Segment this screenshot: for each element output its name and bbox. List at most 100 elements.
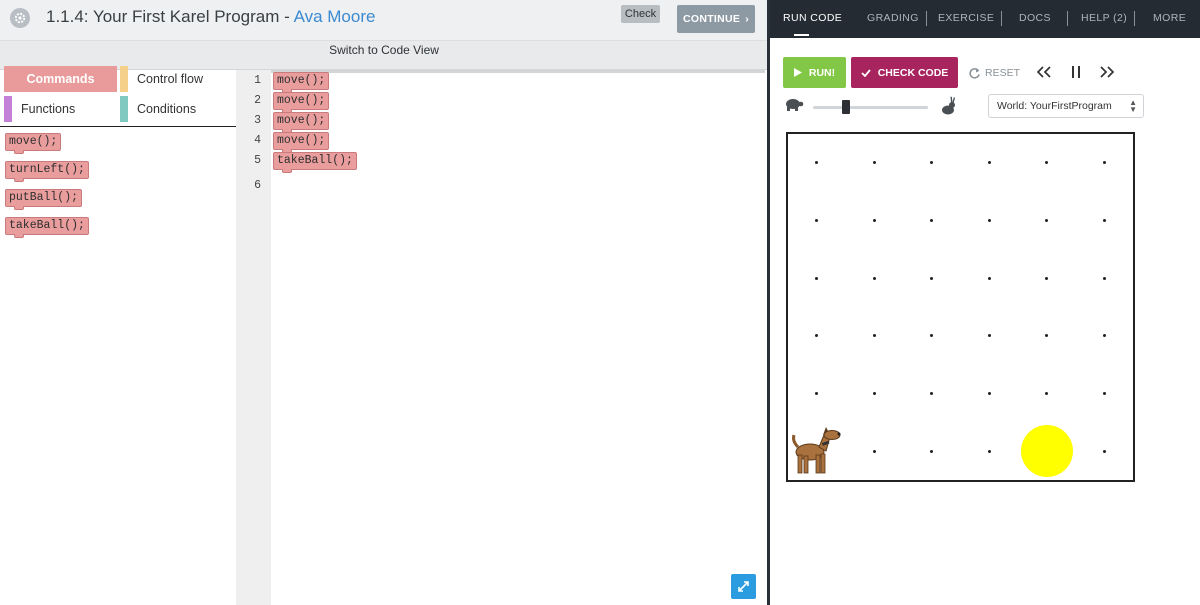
grid-corner-dot bbox=[1102, 219, 1106, 222]
grid-corner-dot bbox=[987, 161, 991, 165]
reset-button[interactable]: RESET bbox=[968, 64, 1020, 82]
workspace-top-edge bbox=[271, 70, 765, 73]
grid-corner-dot bbox=[987, 392, 991, 395]
line-number: 6 bbox=[254, 179, 261, 192]
line-number: 5 bbox=[254, 154, 261, 167]
category-functions[interactable]: Functions bbox=[21, 96, 75, 122]
grid-corner-dot bbox=[1045, 219, 1049, 222]
block-move[interactable]: move(); bbox=[5, 133, 62, 154]
play-icon bbox=[793, 68, 802, 77]
category-conditions[interactable]: Conditions bbox=[137, 96, 196, 122]
grid-corner-dot bbox=[872, 219, 876, 222]
active-tab-indicator bbox=[794, 34, 809, 36]
karel-dog bbox=[788, 421, 846, 479]
grid-corner-dot bbox=[987, 449, 991, 453]
tab-docs[interactable]: DOCS bbox=[1019, 0, 1051, 38]
nav-separator bbox=[1134, 11, 1135, 26]
grid-corner-dot bbox=[815, 161, 819, 165]
tab-more[interactable]: MORE bbox=[1153, 0, 1186, 38]
grid-corner-dot bbox=[872, 334, 876, 338]
right-nav: RUN CODE GRADING EXERCISE DOCS HELP (2) … bbox=[770, 0, 1200, 38]
line-number: 1 bbox=[254, 74, 261, 87]
grid-corner-dot bbox=[987, 334, 991, 338]
grid-corner-dot bbox=[930, 161, 934, 165]
grid-corner-dot bbox=[987, 276, 991, 280]
code-pane: 1.1.4: Your First Karel Program - Ava Mo… bbox=[0, 0, 768, 605]
block-put-ball[interactable]: putBall(); bbox=[5, 189, 83, 210]
code-block-move[interactable]: move(); bbox=[273, 132, 330, 153]
student-name[interactable]: Ava Moore bbox=[294, 7, 376, 26]
pause-icon[interactable] bbox=[1066, 63, 1086, 81]
checkmark-icon bbox=[861, 68, 871, 77]
page-title: 1.1.4: Your First Karel Program - Ava Mo… bbox=[46, 7, 375, 27]
control-flow-swatch bbox=[120, 66, 128, 92]
tab-grading[interactable]: GRADING bbox=[867, 0, 919, 38]
nav-separator bbox=[1001, 11, 1002, 26]
grid-corner-dot bbox=[872, 161, 876, 165]
line-number: 4 bbox=[254, 134, 261, 147]
code-block-move[interactable]: move(); bbox=[273, 112, 330, 133]
check-button-label: Check bbox=[624, 8, 657, 20]
tab-help[interactable]: HELP (2) bbox=[1081, 0, 1127, 38]
grid-corner-dot bbox=[1045, 392, 1049, 395]
turtle-icon bbox=[784, 97, 804, 116]
block-turn-left[interactable]: turnLeft(); bbox=[5, 161, 89, 182]
grid-corner-dot bbox=[930, 276, 934, 280]
category-control-flow[interactable]: Control flow bbox=[137, 66, 203, 92]
grid-corner-dot bbox=[1102, 276, 1106, 280]
category-commands[interactable]: Commands bbox=[4, 66, 117, 92]
step-back-icon[interactable] bbox=[1034, 63, 1054, 81]
continue-button-label: CONTINUE bbox=[682, 13, 741, 25]
grid-corner-dot bbox=[1045, 276, 1049, 280]
check-code-button-label: CHECK CODE bbox=[877, 66, 949, 79]
grid-corner-dot bbox=[815, 219, 819, 222]
assignment-title: 1.1.4: Your First Karel Program - bbox=[46, 7, 294, 26]
line-number-gutter: 1 2 3 4 5 6 bbox=[236, 70, 271, 605]
run-button-label: RUN! bbox=[808, 66, 836, 79]
top-bar: 1.1.4: Your First Karel Program - Ava Mo… bbox=[0, 0, 768, 41]
grid-corner-dot bbox=[1102, 161, 1106, 165]
block-toolbox: Commands Control flow Functions Conditio… bbox=[0, 66, 236, 605]
karel-world-grid bbox=[786, 132, 1135, 482]
ball bbox=[1020, 425, 1073, 478]
grid-corner-dot bbox=[1102, 392, 1106, 395]
grid-corner-dot bbox=[930, 449, 934, 453]
grid-corner-dot bbox=[930, 392, 934, 395]
check-code-button[interactable]: CHECK CODE bbox=[851, 57, 958, 88]
grid-corner-dot bbox=[815, 276, 819, 280]
grid-corner-dot bbox=[987, 219, 991, 222]
grid-corner-dot bbox=[815, 334, 819, 338]
nav-separator bbox=[926, 11, 927, 26]
world-select[interactable]: World: YourFirstProgram ▲ ▼ bbox=[988, 94, 1144, 118]
conditions-swatch bbox=[120, 96, 128, 122]
grid-corner-dot bbox=[930, 219, 934, 222]
code-block-move[interactable]: move(); bbox=[273, 92, 330, 113]
tab-exercise[interactable]: EXERCISE bbox=[938, 0, 994, 38]
code-block-take-ball[interactable]: takeBall(); bbox=[273, 152, 357, 173]
code-block-move[interactable]: move(); bbox=[273, 72, 330, 93]
block-take-ball[interactable]: takeBall(); bbox=[5, 217, 89, 238]
grid-corner-dot bbox=[815, 392, 819, 395]
line-number: 3 bbox=[254, 114, 261, 127]
toolbox-divider bbox=[0, 126, 236, 127]
continue-button[interactable]: CONTINUE › bbox=[677, 5, 755, 33]
expand-icon[interactable] bbox=[731, 574, 756, 599]
world-select-value: World: YourFirstProgram bbox=[997, 100, 1112, 112]
speed-slider-thumb[interactable] bbox=[842, 100, 850, 114]
speed-slider-track[interactable] bbox=[813, 106, 928, 109]
run-button[interactable]: RUN! bbox=[783, 57, 846, 88]
functions-swatch bbox=[4, 96, 12, 122]
grid-corner-dot bbox=[1045, 334, 1049, 338]
step-forward-icon[interactable] bbox=[1097, 63, 1117, 81]
select-arrows-icon: ▲ ▼ bbox=[1129, 98, 1137, 114]
nav-separator bbox=[1067, 11, 1068, 26]
refresh-icon bbox=[969, 67, 980, 79]
rabbit-icon bbox=[940, 96, 957, 121]
tab-run-code[interactable]: RUN CODE bbox=[783, 0, 842, 38]
settings-gear-icon[interactable] bbox=[10, 8, 30, 28]
check-button[interactable]: Check bbox=[621, 5, 660, 23]
grid-corner-dot bbox=[930, 334, 934, 338]
reset-button-label: RESET bbox=[985, 67, 1021, 79]
code-workspace[interactable]: move(); move(); move(); move(); takeBall… bbox=[271, 70, 767, 605]
chevron-right-icon: › bbox=[745, 13, 750, 25]
